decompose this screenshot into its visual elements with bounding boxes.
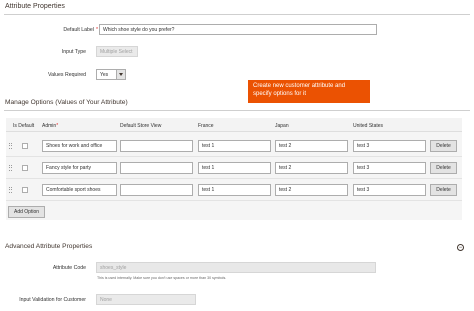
option-japan-input[interactable]: test 2 <box>275 162 348 174</box>
delete-option-button[interactable]: Delete <box>430 184 457 196</box>
attribute-code-label: Attribute Code <box>52 265 86 271</box>
column-is-default: Is Default <box>13 123 35 129</box>
attribute-code-input: shoes_style <box>96 262 376 273</box>
delete-option-button[interactable]: Delete <box>430 140 457 152</box>
is-default-checkbox[interactable] <box>22 143 28 149</box>
values-required-label: Values Required <box>48 72 86 78</box>
input-validation-label: Input Validation for Customer <box>19 297 86 303</box>
default-label-label: Default Label * <box>63 27 98 33</box>
option-japan-input[interactable]: test 2 <box>275 140 348 152</box>
attribute-properties-title: Attribute Properties <box>5 3 65 10</box>
row-divider <box>6 156 462 157</box>
callout-tooltip: Create new customer attribute and specif… <box>248 80 370 103</box>
chevron-down-icon <box>116 70 125 79</box>
option-united-states-input[interactable]: test 3 <box>353 140 426 152</box>
values-required-select[interactable]: Yes <box>96 69 126 80</box>
option-united-states-input[interactable]: test 3 <box>353 184 426 196</box>
option-france-input[interactable]: test 1 <box>198 162 271 174</box>
collapse-toggle-icon[interactable]: − <box>457 244 464 251</box>
delete-option-button[interactable]: Delete <box>430 162 457 174</box>
input-validation-select: None <box>96 294 196 305</box>
section-divider <box>4 14 470 15</box>
section-divider <box>4 110 470 111</box>
column-france: France <box>198 123 214 129</box>
column-japan: Japan <box>275 123 289 129</box>
required-asterisk: * <box>95 27 98 33</box>
option-united-states-input[interactable]: test 3 <box>353 162 426 174</box>
column-default-store-view: Default Store View <box>120 123 162 129</box>
option-japan-input[interactable]: test 2 <box>275 184 348 196</box>
option-france-input[interactable]: test 1 <box>198 184 271 196</box>
is-default-checkbox[interactable] <box>22 187 28 193</box>
row-divider <box>6 178 462 179</box>
drag-handle-icon[interactable] <box>9 143 13 149</box>
drag-handle-icon[interactable] <box>9 187 13 193</box>
options-grid-header <box>6 118 462 132</box>
input-type-select: Multiple Select <box>96 46 138 57</box>
advanced-properties-title: Advanced Attribute Properties <box>5 243 93 250</box>
required-asterisk: * <box>56 123 59 129</box>
row-divider <box>6 200 462 201</box>
option-default-store-view-input[interactable] <box>120 162 193 174</box>
column-admin: Admin* <box>42 123 59 129</box>
drag-handle-icon[interactable] <box>9 165 13 171</box>
option-france-input[interactable]: test 1 <box>198 140 271 152</box>
attribute-code-hint: This is used internally. Make sure you d… <box>97 276 227 280</box>
option-admin-input[interactable]: Shoes for work and office <box>42 140 117 152</box>
option-default-store-view-input[interactable] <box>120 184 193 196</box>
manage-options-title: Manage Options (Values of Your Attribute… <box>5 99 128 106</box>
option-default-store-view-input[interactable] <box>120 140 193 152</box>
is-default-checkbox[interactable] <box>22 165 28 171</box>
option-admin-input[interactable]: Comfortable sport shoes <box>42 184 117 196</box>
input-type-label: Input Type <box>61 49 86 55</box>
column-united-states: United States <box>353 123 384 129</box>
option-admin-input[interactable]: Fancy style for party <box>42 162 117 174</box>
add-option-button[interactable]: Add Option <box>8 206 45 218</box>
default-label-input[interactable]: Which shoe style do you prefer? <box>99 24 377 35</box>
